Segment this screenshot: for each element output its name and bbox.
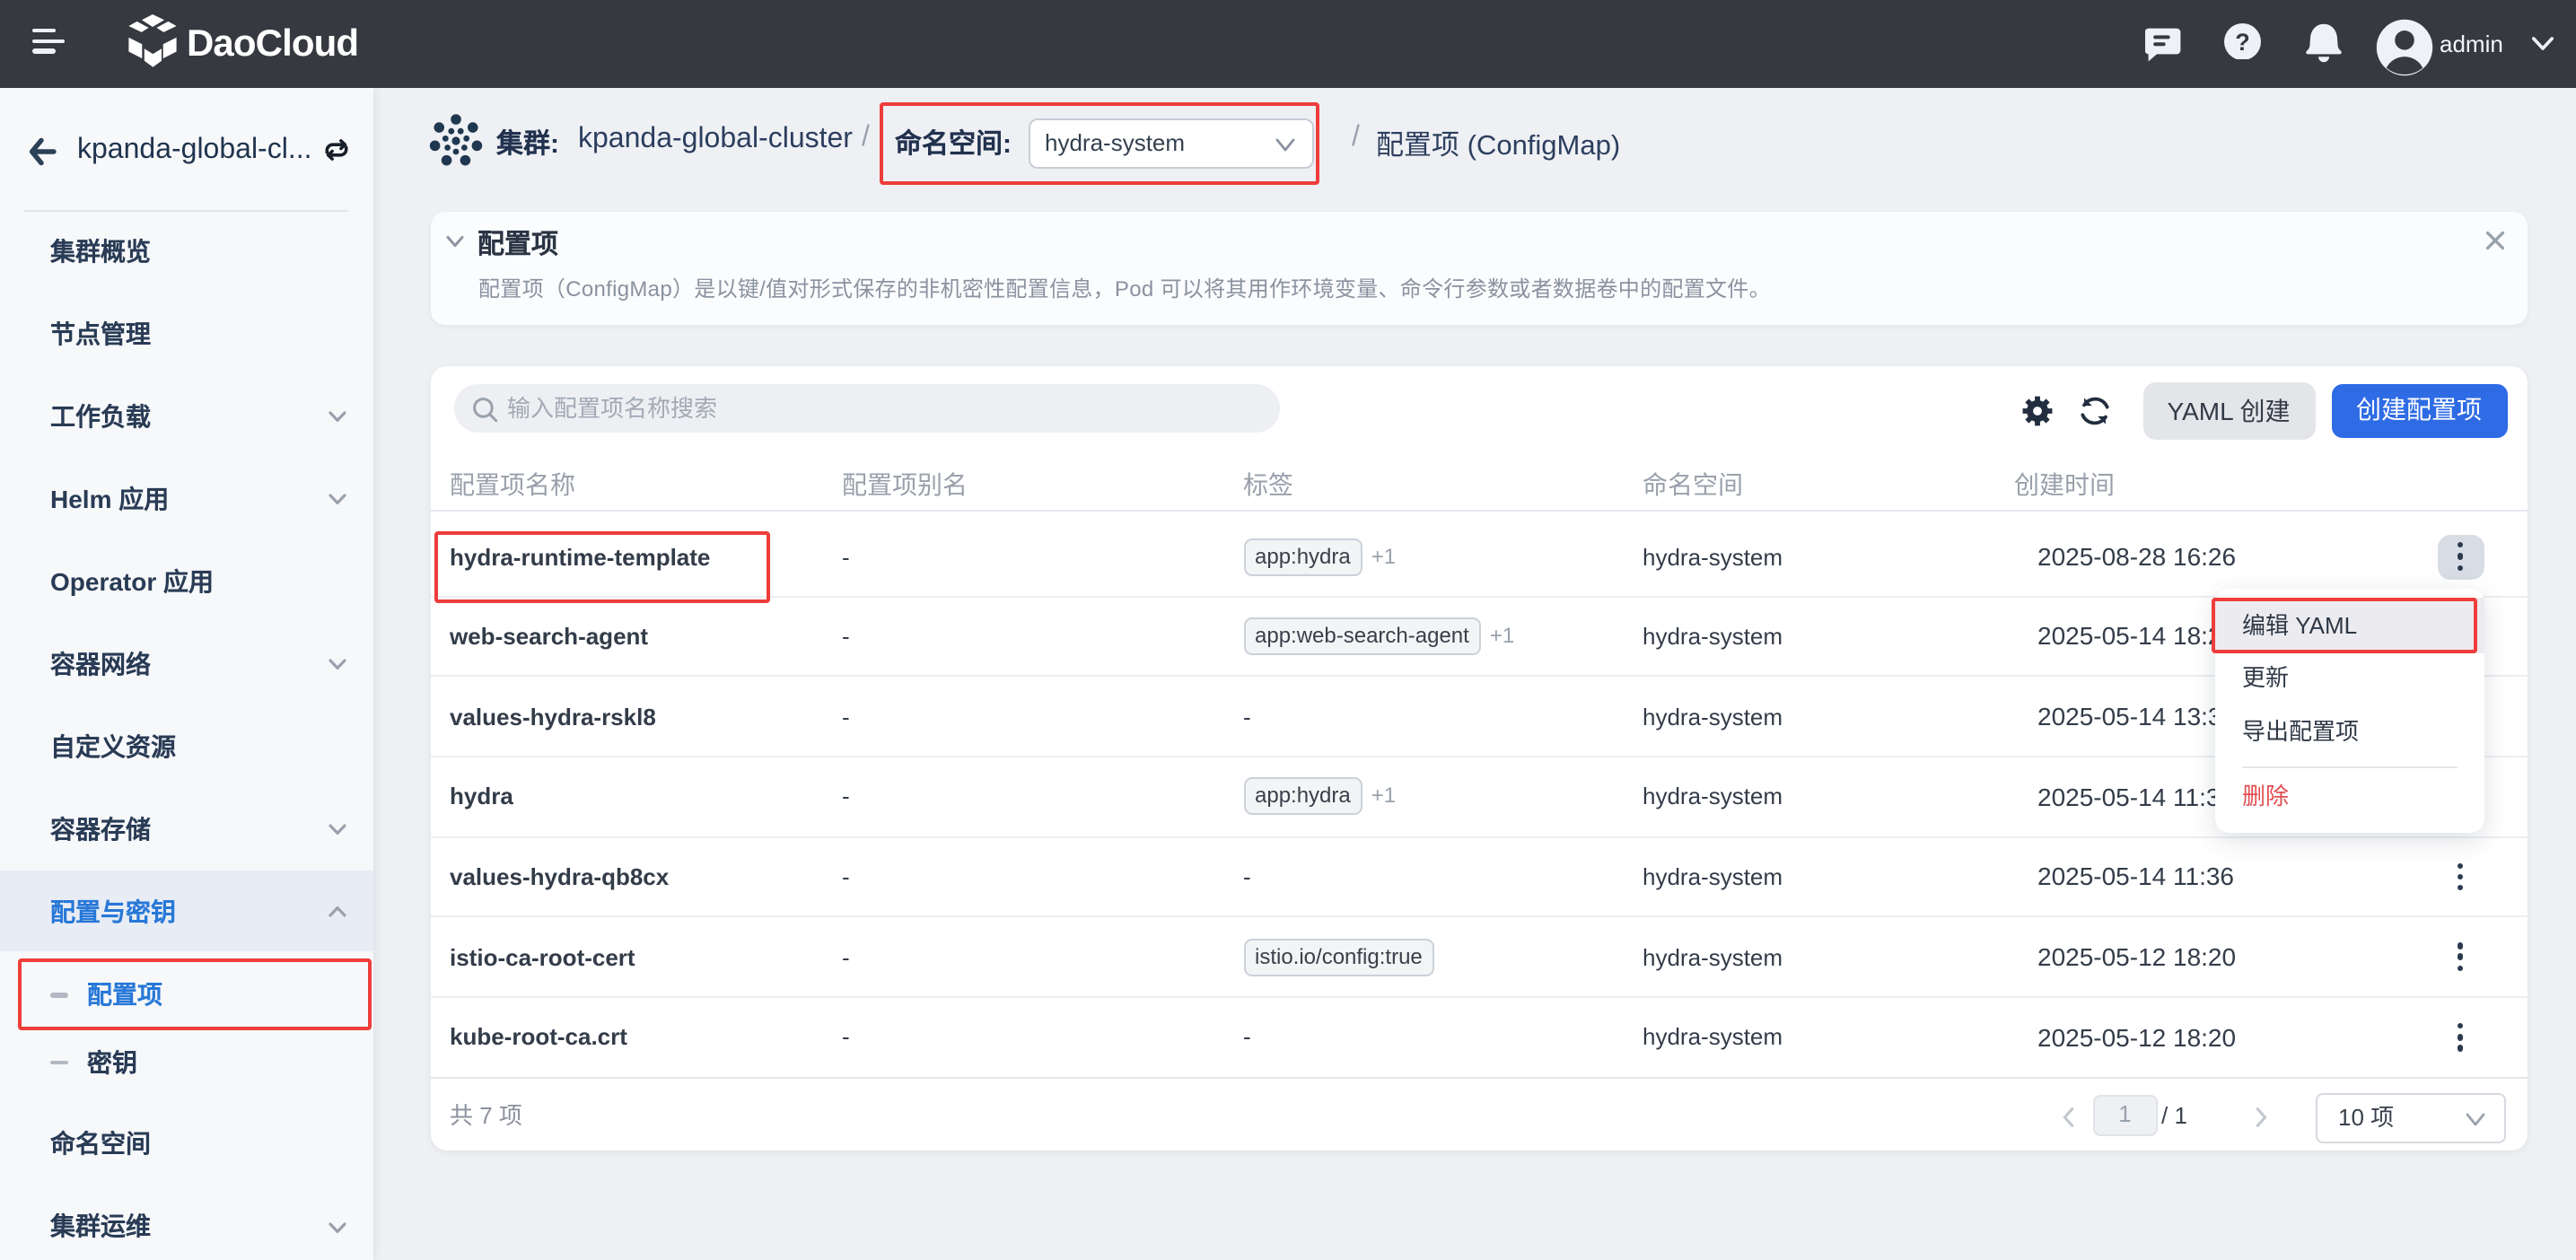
svg-text:?: ?	[2235, 28, 2250, 55]
